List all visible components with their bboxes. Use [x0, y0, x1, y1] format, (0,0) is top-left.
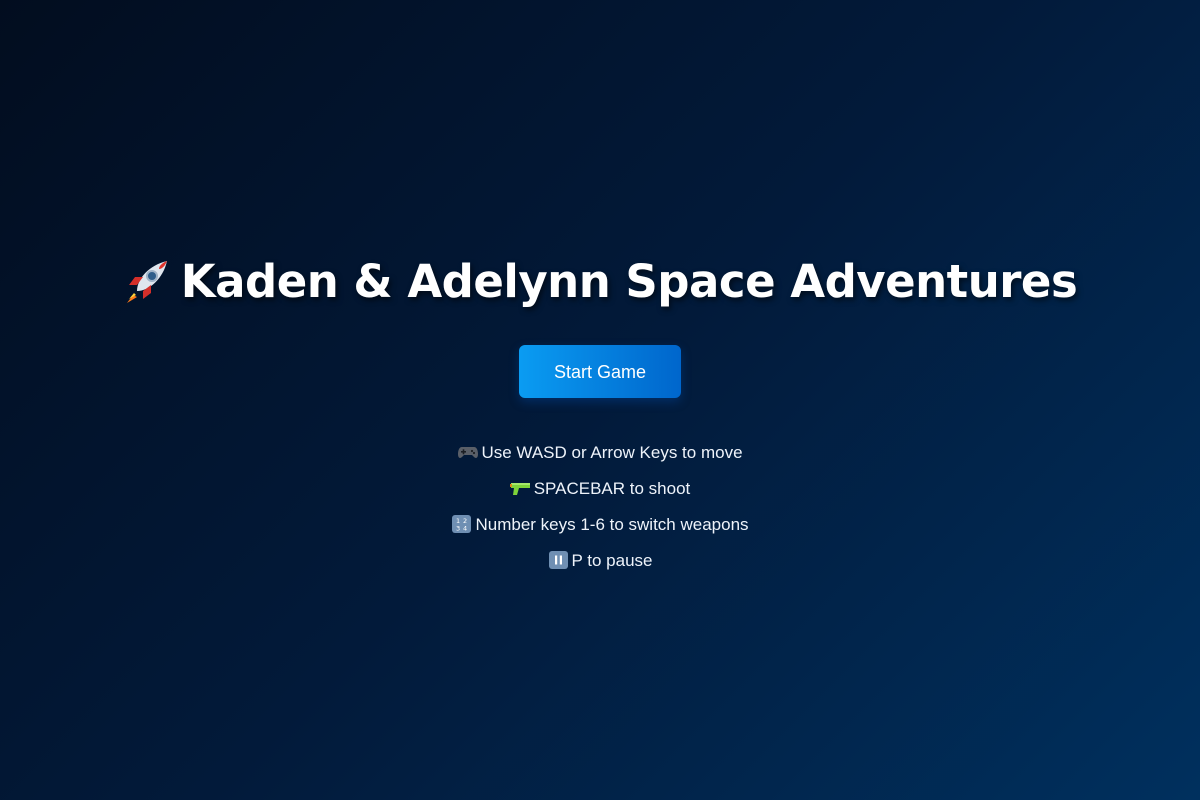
rocket-icon	[123, 257, 171, 305]
instruction-text: SPACEBAR to shoot	[533, 479, 691, 498]
number-keys-icon: 1 2 3 4	[451, 514, 473, 533]
svg-text:3: 3	[456, 524, 460, 532]
instruction-text: Number keys 1-6 to switch weapons	[475, 515, 749, 534]
pause-icon	[548, 550, 570, 569]
game-title: Kaden & Adelynn Space Adventures	[0, 252, 1200, 312]
instruction-text: Use WASD or Arrow Keys to move	[481, 443, 743, 462]
start-game-button[interactable]: Start Game	[519, 345, 681, 398]
instructions-list: Use WASD or Arrow Keys to move SPACEBAR …	[0, 440, 1200, 584]
instruction-item: 1 2 3 4 Number keys 1-6 to switch weapon…	[0, 512, 1200, 548]
water-pistol-icon	[509, 479, 532, 497]
instruction-item: SPACEBAR to shoot	[0, 476, 1200, 512]
game-title-text: Kaden & Adelynn Space Adventures	[180, 255, 1078, 308]
instruction-item: Use WASD or Arrow Keys to move	[0, 440, 1200, 476]
svg-text:4: 4	[463, 524, 467, 532]
instruction-text: P to pause	[571, 551, 653, 570]
gamepad-icon	[457, 443, 479, 461]
instruction-item: P to pause	[0, 548, 1200, 584]
main-menu: Kaden & Adelynn Space Adventures Start G…	[0, 0, 1200, 800]
